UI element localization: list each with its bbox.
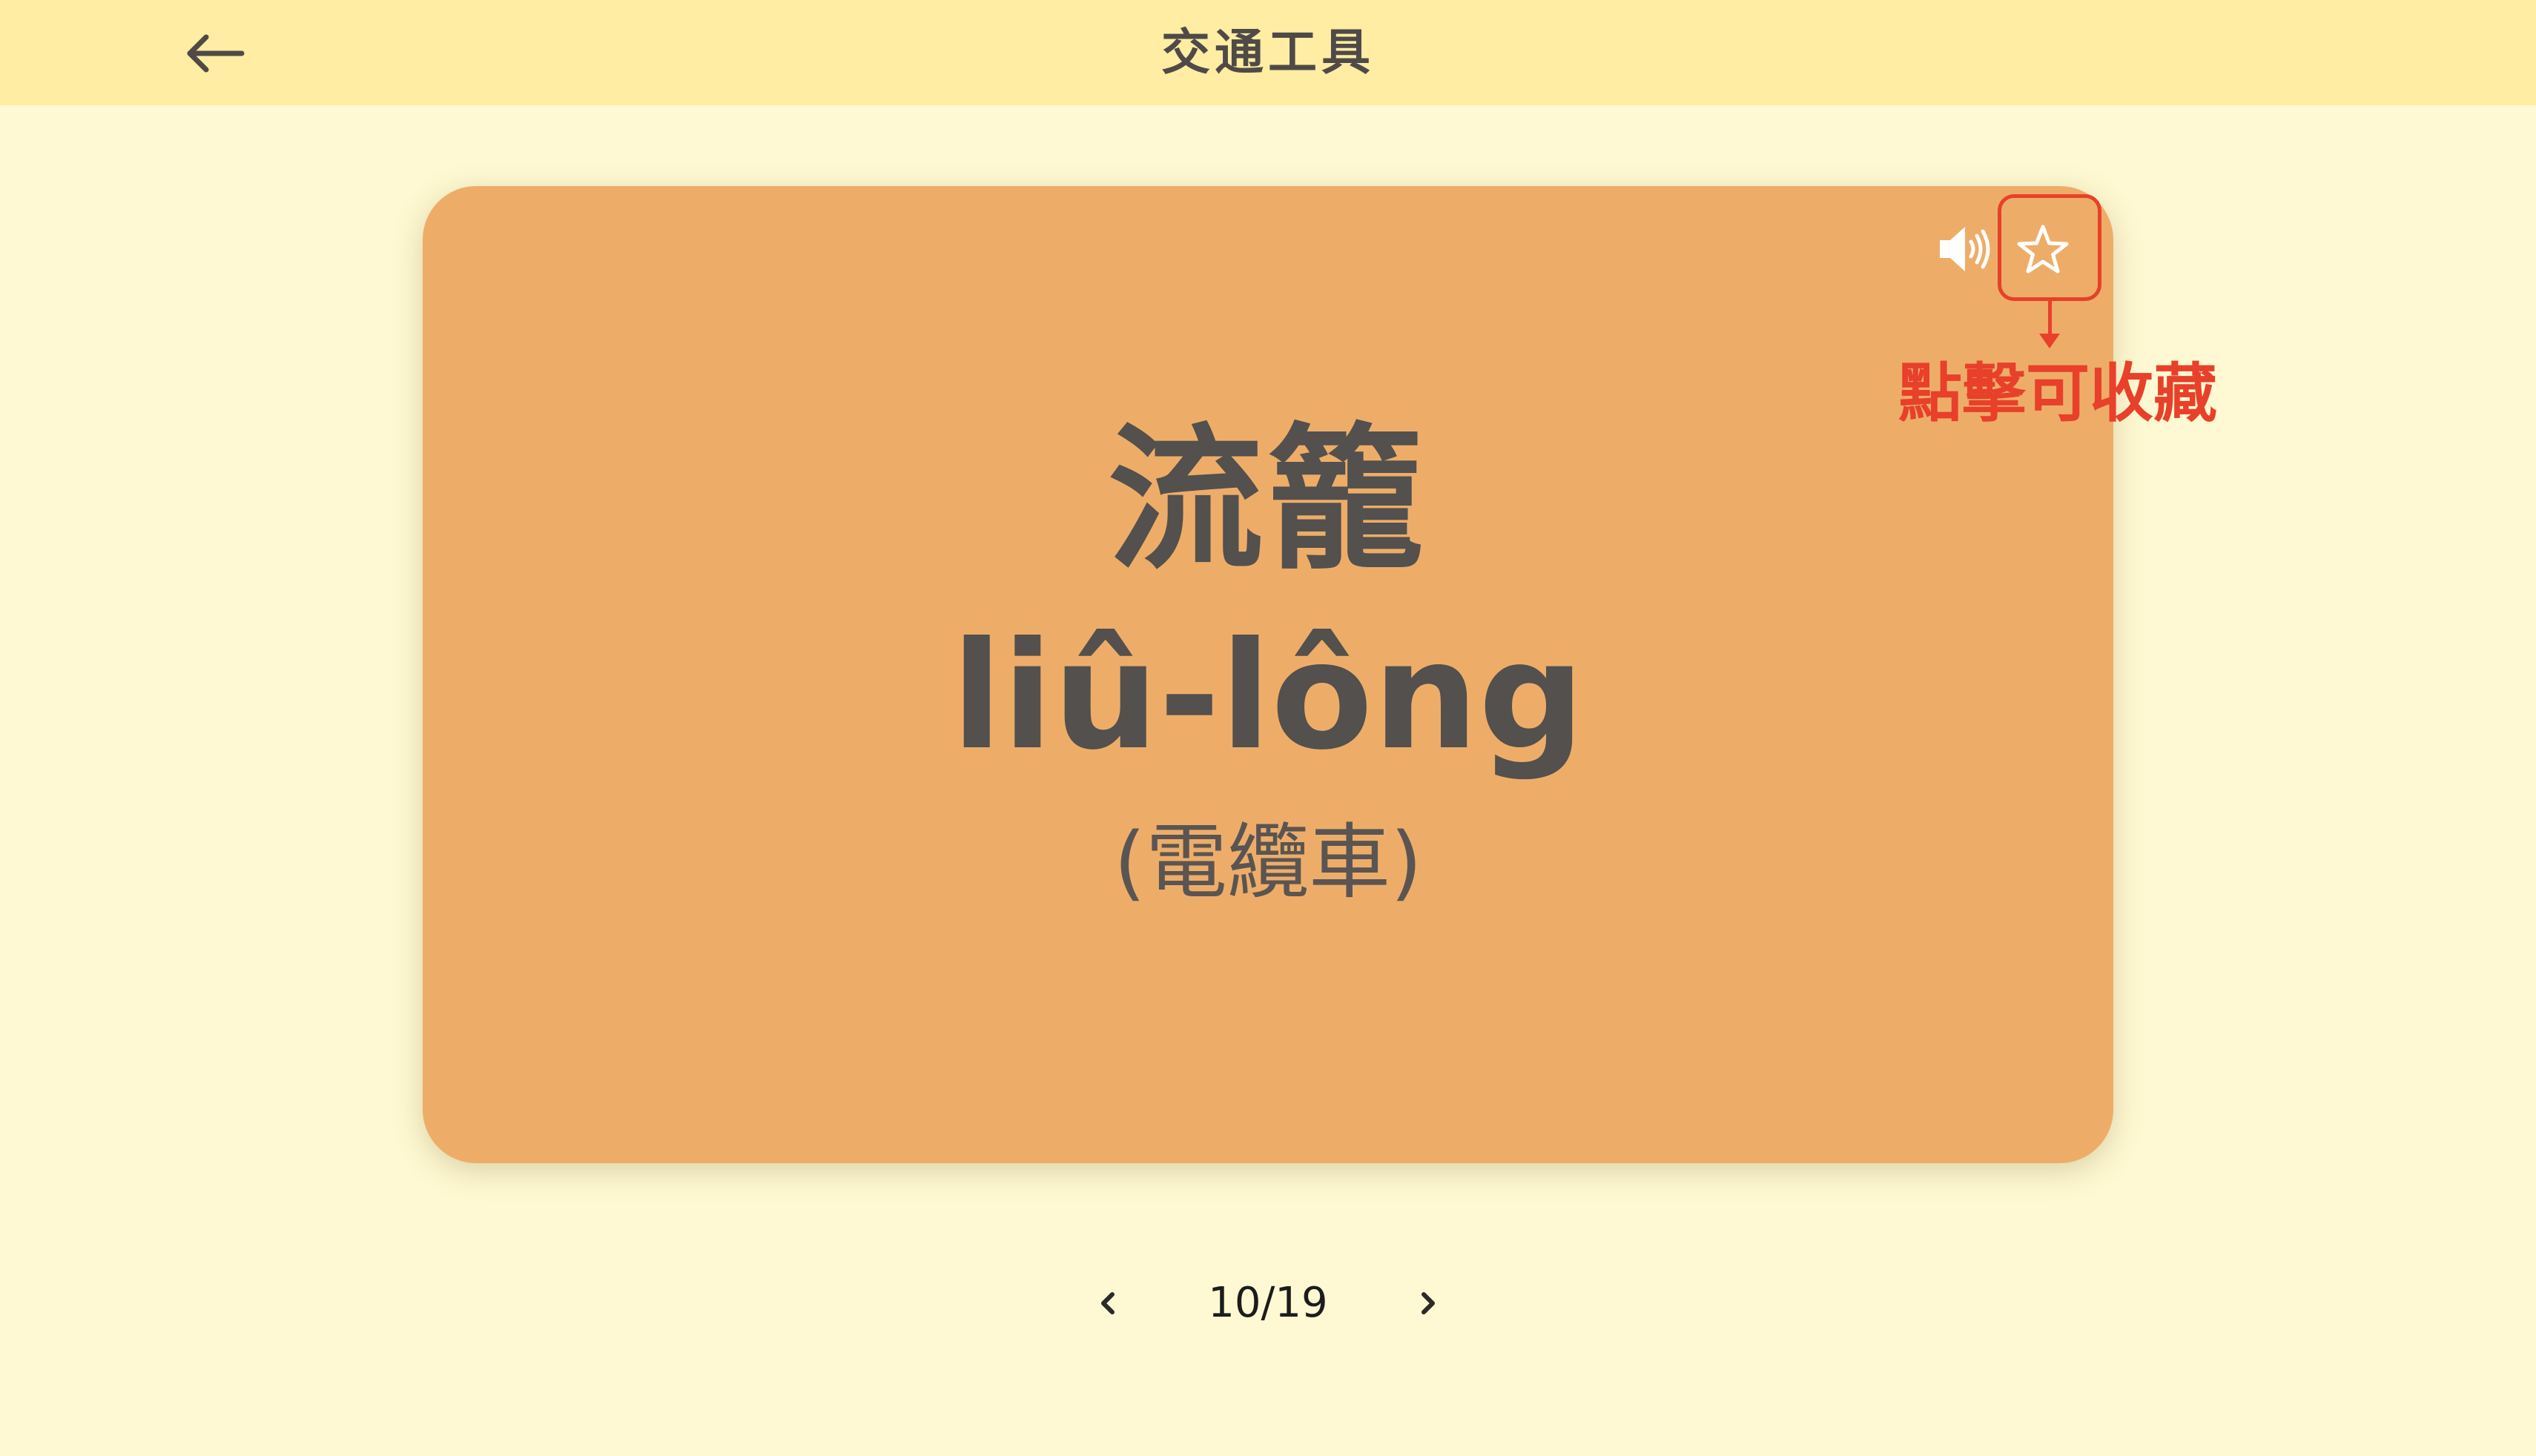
card-romanization: liû-lông: [951, 610, 1585, 783]
next-card-button[interactable]: [1407, 1283, 1449, 1324]
star-outline-icon: [2017, 225, 2069, 274]
callout-line: [2048, 301, 2052, 337]
arrow-left-icon: [187, 34, 245, 73]
top-bar: 交通工具: [0, 0, 2536, 105]
flashcard-app: 交通工具 流籠 liû-lông (電纜車) 點擊可收藏 10/19: [0, 0, 2536, 1456]
speaker-icon: [1940, 227, 1990, 271]
card-translation: (電纜車): [1114, 815, 1422, 910]
back-button[interactable]: [184, 30, 246, 77]
callout-arrow-icon: [2039, 334, 2060, 348]
page-indicator: 10/19: [1208, 1279, 1328, 1327]
card-word: 流籠: [1107, 409, 1428, 591]
previous-card-button[interactable]: [1087, 1283, 1129, 1324]
pagination: 10/19: [0, 1260, 2536, 1342]
chevron-left-icon: [1101, 1292, 1115, 1314]
favorite-button[interactable]: [2002, 215, 2084, 286]
chevron-right-icon: [1421, 1292, 1435, 1314]
page-title: 交通工具: [1161, 24, 1375, 81]
play-audio-button[interactable]: [1937, 222, 1993, 276]
callout-text: 點擊可收藏: [1898, 357, 2217, 431]
